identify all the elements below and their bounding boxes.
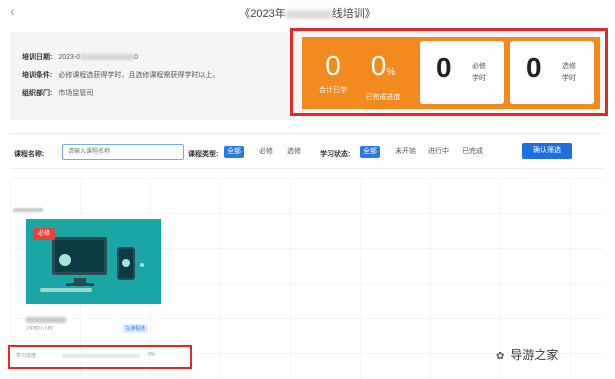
course-type-elective[interactable]: 选修 — [284, 146, 304, 158]
filter-bar: 课程名称: 课程类型: 全部 必修 选修 学习状态: 全部 未开始 进行中 已完… — [10, 133, 605, 169]
watermark-text: 导游之家 — [510, 348, 559, 362]
confirm-filter-button[interactable]: 确认筛选 — [522, 143, 572, 159]
title-prefix: 《2023年 — [239, 8, 286, 20]
category-tag — [13, 208, 43, 214]
course-name-input[interactable] — [62, 144, 184, 160]
info-dept-row: 组织部门: 市场监管司 — [22, 88, 93, 98]
decor-dot-icon — [140, 263, 144, 267]
course-thumbnail[interactable]: 必修 — [26, 219, 161, 304]
progress-highlight-box — [8, 345, 192, 369]
keyboard-illustration — [40, 288, 92, 292]
stats-highlight-box — [290, 28, 608, 116]
condition-label: 培训条件: — [22, 72, 53, 79]
page-title: 《2023年 线培训》 — [0, 5, 615, 21]
title-redacted — [285, 9, 332, 19]
status-completed[interactable]: 已完成 — [459, 146, 486, 158]
required-badge: 必修 — [33, 228, 55, 240]
monitor-base — [66, 283, 94, 286]
date-value: 2023-0 — [58, 54, 81, 61]
course-title-redacted — [26, 317, 66, 323]
wechat-icon: ✿ — [496, 351, 505, 362]
status-in-progress[interactable]: 进行中 — [425, 146, 452, 158]
status-label: 学习状态: — [320, 151, 351, 158]
course-type-label: 课程类型: — [188, 151, 219, 158]
date-label: 培训日期: — [22, 54, 53, 61]
phone-illustration — [117, 247, 135, 280]
monitor-dot-icon — [59, 254, 71, 266]
status-not-started[interactable]: 未开始 — [392, 146, 419, 158]
title-suffix: 线培训》 — [331, 8, 376, 20]
monitor-illustration — [52, 237, 107, 275]
date-value-tail: 0 — [134, 54, 139, 61]
course-type-all[interactable]: 全部 — [224, 146, 244, 158]
course-tag: 在课程通 — [122, 324, 149, 333]
dept-label: 组织部门: — [22, 90, 53, 97]
course-name-label: 课程名称: — [14, 151, 45, 158]
condition-value: 必修课程选获得学时，且选修课程需获得学时以上。 — [58, 72, 220, 79]
status-all[interactable]: 全部 — [360, 146, 380, 158]
phone-dot-icon — [122, 259, 130, 267]
info-condition-row: 培训条件: 必修课程选获得学时，且选修课程需获得学时以上。 — [22, 70, 219, 80]
info-date-row: 培训日期: 2023-0 0 — [22, 52, 138, 62]
course-meta: 1学时/1小时 — [26, 326, 53, 332]
watermark: ✿ 导游之家 — [496, 346, 558, 363]
category-tag-redacted — [13, 208, 43, 212]
date-redacted — [80, 54, 135, 61]
course-type-required[interactable]: 必修 — [256, 146, 276, 158]
dept-value: 市场监管司 — [58, 90, 94, 97]
